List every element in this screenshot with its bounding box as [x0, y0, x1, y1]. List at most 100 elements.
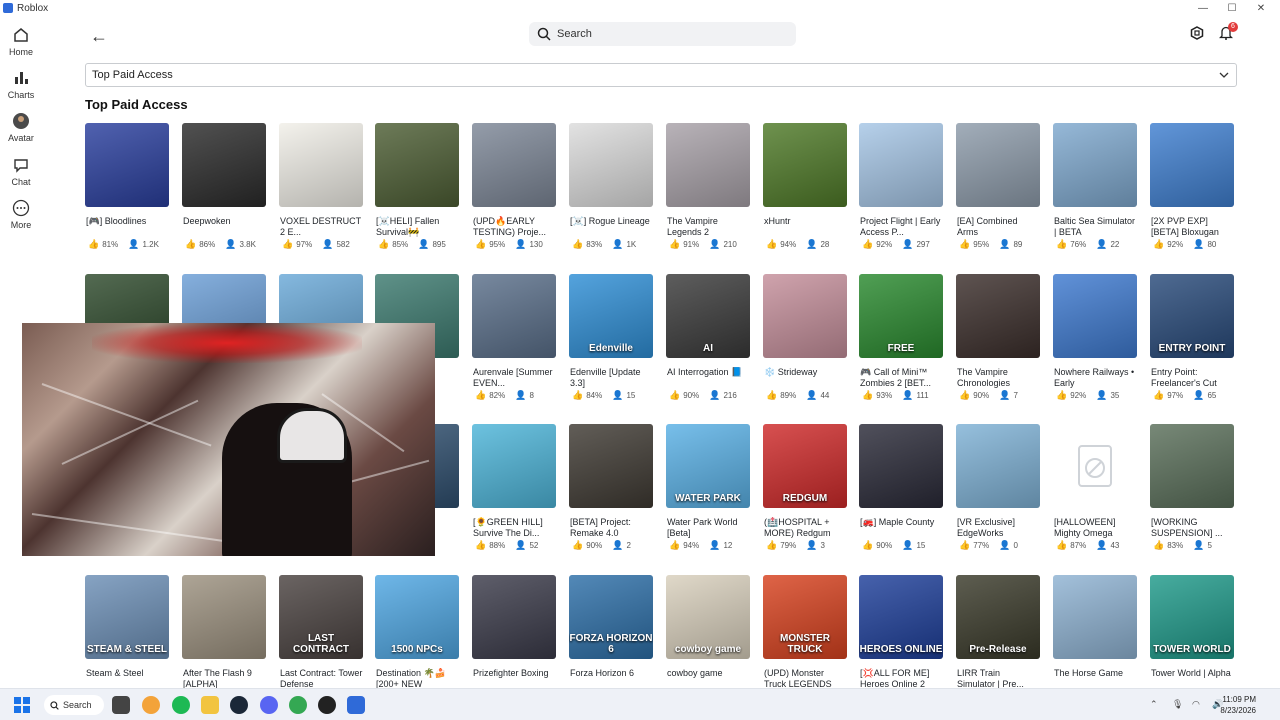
game-tile[interactable]: FORZA HORIZON 6 Forza Horizon 6 [569, 575, 653, 688]
game-tile[interactable]: Prizefighter Boxing [472, 575, 556, 688]
game-tile[interactable]: Nowhere Railways • Early 👍 92% 👤 35 [1053, 274, 1137, 401]
game-thumbnail[interactable]: LAST CONTRACT [279, 575, 363, 659]
game-title[interactable]: The Vampire Chronologies [956, 367, 1040, 389]
game-title[interactable]: AI Interrogation 📘 [666, 367, 750, 389]
game-tile[interactable]: After The Flash 9 [ALPHA] [182, 575, 266, 688]
game-title[interactable]: Last Contract: Tower Defense [279, 668, 363, 688]
game-title[interactable]: VOXEL DESTRUCT 2 E... [279, 216, 363, 238]
chrome-icon[interactable] [289, 696, 307, 714]
game-title[interactable]: The Vampire Legends 2 [666, 216, 750, 238]
game-title[interactable]: Aurenvale [Summer EVEN... [472, 367, 556, 389]
game-tile[interactable]: [BETA] Project: Remake 4.0 👍 90% 👤 2 [569, 424, 653, 551]
game-thumbnail[interactable] [666, 123, 750, 207]
game-tile[interactable]: ❄️ Strideway 👍 89% 👤 44 [763, 274, 847, 401]
game-tile[interactable]: [🌻GREEN HILL] Survive The Di... 👍 88% 👤 52 [472, 424, 556, 551]
game-title[interactable]: Tower World | Alpha [1150, 668, 1234, 688]
game-title[interactable]: ❄️ Strideway [763, 367, 847, 389]
sidebar-item-home[interactable]: Home [0, 26, 42, 57]
discord-icon[interactable] [260, 696, 278, 714]
game-title[interactable]: [WORKING SUSPENSION] ... [1150, 517, 1234, 539]
game-thumbnail[interactable]: FREE [859, 274, 943, 358]
sidebar-item-avatar[interactable]: Avatar [0, 112, 42, 143]
game-tile[interactable]: The Vampire Legends 2 👍 91% 👤 210 [666, 123, 750, 250]
taskbar-clock[interactable]: 11:09 PM 8/23/2026 [1220, 694, 1256, 716]
game-thumbnail[interactable]: TOWER WORLD [1150, 575, 1234, 659]
sidebar-item-charts[interactable]: Charts [0, 69, 42, 100]
game-thumbnail[interactable] [85, 123, 169, 207]
game-thumbnail[interactable] [763, 274, 847, 358]
game-title[interactable]: [EA] Combined Arms [956, 216, 1040, 238]
game-thumbnail[interactable] [1053, 274, 1137, 358]
game-thumbnail[interactable] [472, 575, 556, 659]
game-thumbnail[interactable]: HEROES ONLINE [859, 575, 943, 659]
game-thumbnail[interactable] [956, 123, 1040, 207]
game-title[interactable]: [🎮] Bloodlines [85, 216, 169, 238]
game-thumbnail[interactable] [472, 424, 556, 508]
copilot-icon[interactable] [142, 696, 160, 714]
game-tile[interactable]: [EA] Combined Arms 👍 95% 👤 89 [956, 123, 1040, 250]
game-title[interactable]: Deepwoken [182, 216, 266, 238]
game-thumbnail[interactable]: WATER PARK [666, 424, 750, 508]
game-thumbnail[interactable] [569, 424, 653, 508]
game-tile[interactable]: Edenville Edenville [Update 3.3] 👍 84% 👤 15 [569, 274, 653, 401]
game-thumbnail[interactable]: Edenville [569, 274, 653, 358]
game-tile[interactable]: The Horse Game [1053, 575, 1137, 688]
game-title[interactable]: [☠️] Rogue Lineage [569, 216, 653, 238]
game-tile[interactable]: Project Flight | Early Access P... 👍 92% 👤 2… [859, 123, 943, 250]
game-thumbnail[interactable]: AI [666, 274, 750, 358]
game-thumbnail[interactable] [182, 575, 266, 659]
game-thumbnail[interactable] [859, 424, 943, 508]
game-tile[interactable]: WATER PARK Water Park World [Beta] 👍 94% 👤 12 [666, 424, 750, 551]
game-tile[interactable]: xHuntr 👍 94% 👤 28 [763, 123, 847, 250]
game-title[interactable]: Project Flight | Early Access P... [859, 216, 943, 238]
windows-start-icon[interactable] [14, 697, 30, 713]
game-thumbnail[interactable] [472, 123, 556, 207]
game-tile[interactable]: Baltic Sea Simulator | BETA 👍 76% 👤 22 [1053, 123, 1137, 250]
game-thumbnail[interactable]: 1500 NPCs [375, 575, 459, 659]
game-title[interactable]: [2X PVP EXP] [BETA] Bloxugan [1150, 216, 1234, 238]
game-title[interactable]: LIRR Train Simulator | Pre... [956, 668, 1040, 688]
game-title[interactable]: [VR Exclusive] EdgeWorks [956, 517, 1040, 539]
game-thumbnail[interactable] [1053, 123, 1137, 207]
notifications-bell-icon[interactable]: 6 [1218, 22, 1238, 45]
game-title[interactable]: Edenville [Update 3.3] [569, 367, 653, 389]
back-arrow-icon[interactable]: ← [90, 26, 108, 47]
game-thumbnail[interactable] [1053, 424, 1137, 508]
game-thumbnail[interactable] [375, 123, 459, 207]
file-explorer-icon[interactable] [201, 696, 219, 714]
game-title[interactable]: xHuntr [763, 216, 847, 238]
game-thumbnail[interactable] [956, 274, 1040, 358]
game-tile[interactable]: HEROES ONLINE [💢ALL FOR ME] Heroes Online… [859, 575, 943, 688]
game-thumbnail[interactable]: MONSTER TRUCK [763, 575, 847, 659]
game-thumbnail[interactable]: STEAM & STEEL [85, 575, 169, 659]
game-thumbnail[interactable] [279, 123, 363, 207]
game-title[interactable]: The Horse Game [1053, 668, 1137, 688]
sidebar-item-more[interactable]: More [0, 199, 42, 230]
game-thumbnail[interactable] [956, 424, 1040, 508]
game-title[interactable]: Prizefighter Boxing [472, 668, 556, 688]
game-tile[interactable]: [WORKING SUSPENSION] ... 👍 83% 👤 5 [1150, 424, 1234, 551]
game-tile[interactable]: ENTRY POINT Entry Point: Freelancer's Cut… [1150, 274, 1234, 401]
game-tile[interactable]: cowboy game cowboy game [666, 575, 750, 688]
game-title[interactable]: (🏥HOSPITAL + MORE) Redgum [763, 517, 847, 539]
game-title[interactable]: Destination 🌴🍰 [200+ NEW [375, 668, 459, 688]
game-tile[interactable]: The Vampire Chronologies 👍 90% 👤 7 [956, 274, 1040, 401]
game-title[interactable]: [💢ALL FOR ME] Heroes Online 2 [859, 668, 943, 688]
game-thumbnail[interactable]: REDGUM [763, 424, 847, 508]
game-title[interactable]: [🚒] Maple County [859, 517, 943, 539]
game-title[interactable]: Steam & Steel [85, 668, 169, 688]
game-tile[interactable]: TOWER WORLD Tower World | Alpha [1150, 575, 1234, 688]
game-title[interactable]: [🌻GREEN HILL] Survive The Di... [472, 517, 556, 539]
game-title[interactable]: Entry Point: Freelancer's Cut [1150, 367, 1234, 389]
search-input[interactable]: Search [529, 22, 796, 46]
game-tile[interactable]: Deepwoken 👍 86% 👤 3.8K [182, 123, 266, 250]
game-tile[interactable]: [2X PVP EXP] [BETA] Bloxugan 👍 92% 👤 80 [1150, 123, 1234, 250]
game-title[interactable]: cowboy game [666, 668, 750, 688]
game-thumbnail[interactable] [1150, 424, 1234, 508]
game-tile[interactable]: LAST CONTRACT Last Contract: Tower Defens… [279, 575, 363, 688]
game-thumbnail[interactable] [1053, 575, 1137, 659]
game-tile[interactable]: STEAM & STEEL Steam & Steel [85, 575, 169, 688]
game-title[interactable]: 🎮 Call of Mini™ Zombies 2 [BET... [859, 367, 943, 389]
game-thumbnail[interactable] [472, 274, 556, 358]
game-tile[interactable]: 1500 NPCs Destination 🌴🍰 [200+ NEW [375, 575, 459, 688]
